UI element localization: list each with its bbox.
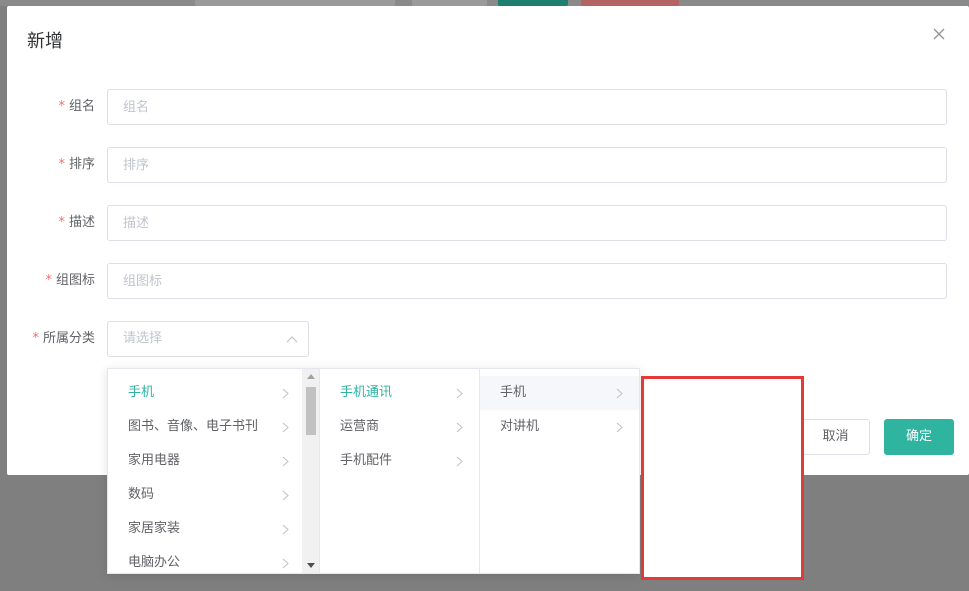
form-row-sort: * 排序 [7,147,969,183]
cascader-panel-level1: 手机 图书、音像、电子书刊 家用电器 数码 家居家装 电脑办公 [108,369,320,573]
group-name-label: * 组名 [58,99,95,114]
cascader-node-books[interactable]: 图书、音像、电子书刊 [108,410,319,444]
cascader-node-computer[interactable]: 电脑办公 [108,546,319,573]
group-icon-input[interactable] [107,263,947,299]
cascader-panel-level3: 手机 对讲机 [480,369,639,573]
close-icon[interactable] [929,24,949,44]
chevron-right-icon [616,388,623,399]
chevron-up-icon [286,336,298,343]
chevron-right-icon [456,422,463,433]
cancel-button[interactable]: 取消 [801,419,870,455]
cascader-node-digital[interactable]: 数码 [108,478,319,512]
category-cascader-select[interactable]: 请选择 [107,321,309,357]
scroll-down-icon[interactable] [307,563,315,568]
chevron-right-icon [456,388,463,399]
cascader-node-mobile[interactable]: 手机 [480,376,639,410]
category-label: * 所属分类 [32,331,95,346]
description-label: * 描述 [58,215,95,230]
chevron-right-icon [456,456,463,467]
group-icon-label: * 组图标 [45,273,95,288]
form-row-category: * 所属分类 请选择 [7,321,969,357]
cascader-panel-level2: 手机通讯 运营商 手机配件 [320,369,480,573]
cascader-scrollbar[interactable] [302,369,319,573]
description-input[interactable] [107,205,947,241]
scroll-up-icon[interactable] [307,374,315,379]
scrollbar-thumb[interactable] [306,387,316,435]
form-row-group-icon: * 组图标 [7,263,969,299]
cascader-node-accessories[interactable]: 手机配件 [320,444,479,478]
chevron-right-icon [282,456,289,467]
sort-label: * 排序 [58,157,95,172]
category-placeholder: 请选择 [123,331,163,346]
cascader-node-carrier[interactable]: 运营商 [320,410,479,444]
form-row-group-name: * 组名 [7,89,969,125]
sort-input[interactable] [107,147,947,183]
chevron-right-icon [282,558,289,569]
chevron-right-icon [282,422,289,433]
cascader-node-appliances[interactable]: 家用电器 [108,444,319,478]
cascader-node-phone[interactable]: 手机 [108,376,319,410]
category-cascader-dropdown: 手机 图书、音像、电子书刊 家用电器 数码 家居家装 电脑办公 手机通讯 运营商… [107,368,640,574]
dialog-title: 新增 [27,31,63,52]
chevron-right-icon [616,422,623,433]
cascader-node-walkie-talkie[interactable]: 对讲机 [480,410,639,444]
chevron-right-icon [282,524,289,535]
form-row-description: * 描述 [7,205,969,241]
confirm-button[interactable]: 确定 [884,419,954,455]
group-name-input[interactable] [107,89,947,125]
empty-panel-highlight [641,376,804,580]
chevron-right-icon [282,388,289,399]
cascader-node-phone-comm[interactable]: 手机通讯 [320,376,479,410]
cascader-node-home[interactable]: 家居家装 [108,512,319,546]
chevron-right-icon [282,490,289,501]
